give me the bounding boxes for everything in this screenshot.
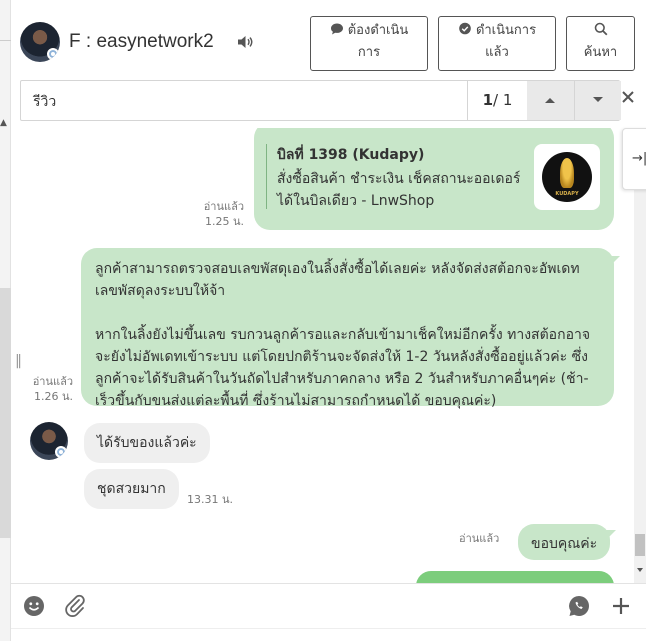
chevron-up-icon[interactable]: ▲	[0, 118, 7, 128]
search-next-button[interactable]	[574, 81, 621, 120]
search-icon	[594, 22, 607, 36]
speaker-icon[interactable]	[237, 35, 254, 49]
bubble-tail	[606, 530, 617, 540]
bubble-tail	[610, 256, 620, 266]
logo-text: KUDAPY	[555, 191, 579, 197]
contact-avatar[interactable]	[20, 22, 60, 62]
message-text-bubble[interactable]	[416, 571, 614, 583]
done-label-line2: แล้ว	[485, 45, 509, 60]
close-search-icon[interactable]	[620, 89, 636, 105]
todo-label-line2: การ	[357, 45, 381, 60]
message-text: ขอบคุณค่ะ	[531, 536, 598, 552]
message-text: ได้รับของแล้วค่ะ	[97, 435, 197, 451]
chevron-up-icon	[545, 98, 555, 103]
emoji-icon[interactable]	[23, 595, 45, 617]
contact-name[interactable]: F : easynetwork2	[69, 31, 214, 53]
todo-label-line1: ต้องดำเนิน	[347, 23, 409, 38]
incoming-message-bubble[interactable]: ชุดสวยมาก	[84, 469, 179, 509]
message-paragraph: ลูกค้าสามารถตรวจสอบเลขพัสดุเองในลิ้งสั่ง…	[95, 261, 580, 299]
chat-scrollbar[interactable]	[634, 128, 646, 583]
bottom-edge	[11, 628, 646, 641]
message-time: 1.26 น.	[33, 390, 73, 403]
message-text-bubble[interactable]: ลูกค้าสามารถตรวจสอบเลขพัสดุเองในลิ้งสั่ง…	[81, 248, 620, 409]
message-paragraph: หากในลิ้งยังไม่ขึ้นเลข รบกวนลูกค้ารอและก…	[95, 327, 591, 409]
read-status: อ่านแล้ว	[459, 532, 500, 545]
search-button[interactable]: ค้นหา	[566, 16, 635, 71]
chevron-down-icon	[593, 97, 603, 102]
scrollbar-thumb[interactable]	[635, 534, 645, 556]
search-result-counter: 1/ 1	[467, 81, 527, 120]
contact-avatar[interactable]	[30, 422, 68, 460]
card-title[interactable]: บิลที่ 1398 (Kudapy)	[277, 144, 424, 166]
search-current-index: 1	[482, 91, 494, 109]
search-total: / 1	[493, 91, 513, 109]
check-bubble-icon	[459, 22, 471, 35]
scroll-down-icon[interactable]	[637, 568, 643, 572]
message-time: 13.31 น.	[187, 493, 234, 506]
expand-panel-icon: →|	[632, 151, 646, 166]
search-bar: รีวิว 1/ 1	[20, 80, 621, 121]
chat-header: F : easynetwork2 ต้องดำเนินการ ดำเนินการ…	[11, 0, 646, 80]
message-text: ชุดสวยมาก	[97, 481, 166, 497]
quick-reply-icon[interactable]	[568, 595, 590, 617]
search-input[interactable]: รีวิว	[33, 91, 56, 113]
chat-bubble-icon	[330, 23, 343, 35]
search-button-label: ค้นหา	[583, 45, 618, 60]
side-panel-toggle[interactable]: →|	[622, 128, 646, 190]
kudapy-logo: KUDAPY	[534, 144, 600, 210]
done-button[interactable]: ดำเนินการแล้ว	[438, 16, 556, 71]
search-prev-button[interactable]	[527, 81, 574, 120]
drag-handle-icon[interactable]: ‖	[15, 353, 22, 369]
message-meta: อ่านแล้ว 1.26 น.	[25, 374, 73, 404]
card-description: สั่งซื้อสินค้า ชำระเงิน เช็คสถานะออเดอร์…	[277, 171, 521, 209]
divider	[0, 40, 11, 41]
todo-button[interactable]: ต้องดำเนินการ	[310, 16, 428, 71]
read-status: อ่านแล้ว	[32, 375, 73, 388]
left-panel-edge[interactable]: ▲	[0, 0, 11, 641]
left-scrollbar-thumb[interactable]	[0, 288, 11, 538]
message-time: 1.25 น.	[204, 215, 244, 228]
attachment-icon[interactable]	[64, 594, 86, 618]
incoming-message-bubble[interactable]: ได้รับของแล้วค่ะ	[84, 423, 210, 463]
chat-window: ▲ F : easynetwork2 ต้องดำเนินการ ดำเนินก…	[0, 0, 646, 641]
message-text-bubble[interactable]: ขอบคุณค่ะ	[518, 524, 617, 560]
card-accent-bar	[266, 144, 267, 209]
message-list[interactable]: บิลที่ 1398 (Kudapy) สั่งซื้อสินค้า ชำระ…	[11, 128, 634, 583]
read-status: อ่านแล้ว	[203, 200, 244, 213]
message-meta: อ่านแล้ว 1.25 น.	[171, 199, 244, 229]
add-icon[interactable]	[611, 596, 631, 616]
message-card-bubble[interactable]: บิลที่ 1398 (Kudapy) สั่งซื้อสินค้า ชำระ…	[254, 128, 614, 230]
message-text: ลูกค้าสามารถตรวจสอบเลขพัสดุเองในลิ้งสั่ง…	[95, 258, 601, 412]
done-label-line1: ดำเนินการ	[475, 23, 537, 38]
